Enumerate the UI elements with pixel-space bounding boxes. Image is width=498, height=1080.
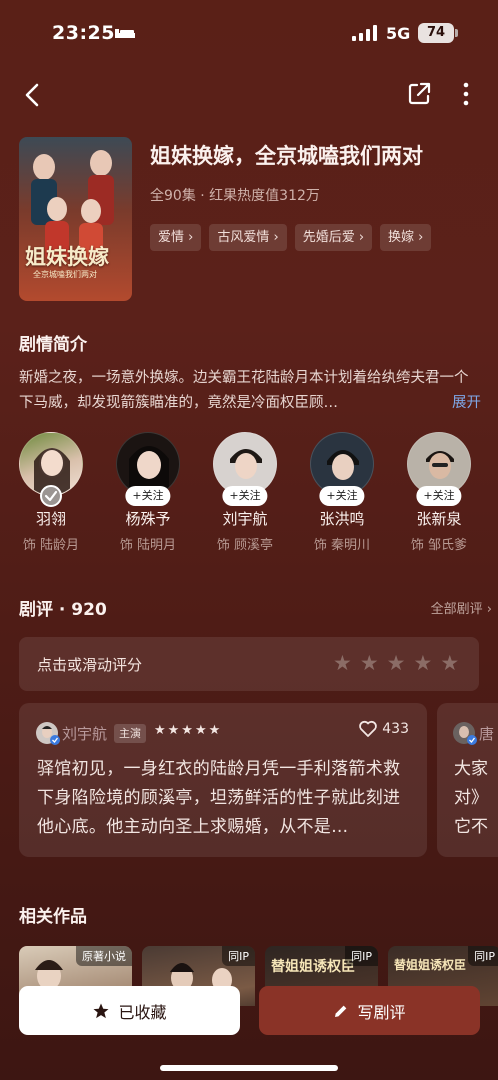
cast-name: 张新泉 <box>416 510 462 528</box>
tag-list: 爱情 › 古风爱情 › 先婚后爱 › 换嫁 › <box>150 224 432 251</box>
drama-meta: 全90集 · 红果热度值312万 <box>150 188 320 204</box>
related-cover-title: 替姐姐诱权臣 <box>271 959 355 975</box>
follow-button[interactable]: +关注 <box>125 486 171 506</box>
status-bar: 23:25 5G 74 <box>0 0 498 66</box>
star-icon[interactable]: ★ <box>360 651 379 675</box>
review-card[interactable]: 唐 大家 对》 它不 <box>437 703 498 857</box>
star-icon <box>93 1003 109 1018</box>
review-text: 驿馆初见，一身红衣的陆龄月凭一手利落箭术救下身陷险境的顾溪亭，坦荡鲜活的性子就此… <box>37 759 401 837</box>
tag-item[interactable]: 先婚后爱 › <box>294 224 373 251</box>
review-author[interactable]: 刘宇航 <box>62 723 107 744</box>
more-options-icon[interactable] <box>458 81 474 107</box>
review-card[interactable]: 刘宇航 主演 ★★★★★ 433 驿馆初见，一身红衣的陆龄月凭一手利落箭术救下身… <box>19 703 427 857</box>
share-icon[interactable] <box>406 81 432 107</box>
poster-subtitle: 全京城嗑我们两对 <box>33 270 97 279</box>
cast-item[interactable]: +关注 张洪鸣 饰 秦明川 <box>294 432 390 553</box>
star-icon[interactable]: ★ <box>387 651 406 675</box>
cast-name: 杨殊予 <box>125 510 171 528</box>
follow-button[interactable]: +关注 <box>319 486 365 506</box>
review-stars: ★★★★★ <box>154 723 223 738</box>
cast-role: 饰 邹氏爹 <box>410 538 468 553</box>
cast-item[interactable]: 羽翎 饰 陆龄月 <box>3 432 99 553</box>
tag-item[interactable]: 爱情 › <box>150 224 202 251</box>
cast-item[interactable]: +关注 杨殊予 饰 陆明月 <box>100 432 196 553</box>
follow-button[interactable]: +关注 <box>416 486 462 506</box>
review-text-line: 大家 <box>454 759 488 779</box>
pencil-icon <box>335 1005 347 1017</box>
star-icon[interactable]: ★ <box>333 651 352 675</box>
cast-name: 羽翎 <box>35 510 66 528</box>
related-badge: 同IP <box>222 946 255 966</box>
expand-link[interactable]: 展开 <box>452 391 481 416</box>
signal-icon <box>352 25 377 41</box>
sleep-mode-icon <box>115 29 135 38</box>
verified-icon <box>467 735 477 745</box>
related-heading: 相关作品 <box>19 907 87 927</box>
review-text-line: 对》 <box>454 788 488 808</box>
review-text: 大家 对》 它不 <box>454 755 498 842</box>
battery-indicator: 74 <box>418 23 458 43</box>
tag-item[interactable]: 换嫁 › <box>380 224 432 251</box>
rating-prompt: 点击或滑动评分 <box>37 656 143 674</box>
star-icon[interactable]: ★ <box>440 651 459 675</box>
tag-item[interactable]: 古风爱情 › <box>209 224 287 251</box>
synopsis-body: 新婚之夜，一场意外换嫁。边关霸王花陆龄月本计划着给纨绔夫君一个下马威，却发现箭簇… <box>19 370 469 411</box>
all-reviews-link[interactable]: 全部剧评 › <box>431 598 492 617</box>
rating-stars[interactable]: ★ ★ ★ ★ ★ <box>333 651 459 675</box>
synopsis-text: 新婚之夜，一场意外换嫁。边关霸王花陆龄月本计划着给纨绔夫君一个下马威，却发现箭簇… <box>19 366 481 416</box>
cast-list: 羽翎 饰 陆龄月 +关注 杨殊予 饰 陆明月 +关注 刘宇航 饰 顾溪亭 +关注… <box>0 432 498 567</box>
follow-button[interactable]: +关注 <box>222 486 268 506</box>
review-author[interactable]: 唐 <box>479 723 494 744</box>
poster-title: 姐妹换嫁 <box>25 244 109 269</box>
status-time: 23:25 <box>52 22 115 44</box>
verified-icon <box>50 735 60 745</box>
cast-name: 刘宇航 <box>222 510 268 528</box>
like-button[interactable]: 433 <box>358 720 409 738</box>
home-indicator[interactable] <box>160 1065 338 1071</box>
back-icon[interactable] <box>20 80 46 110</box>
related-badge: 原著小说 <box>76 946 132 966</box>
reviews-heading: 剧评 · 920 <box>19 600 107 620</box>
like-count: 433 <box>382 721 409 737</box>
cast-item[interactable]: +关注 刘宇航 饰 顾溪亭 <box>197 432 293 553</box>
related-cover-title: 替姐姐诱权臣 <box>394 958 467 972</box>
network-type: 5G <box>386 24 411 43</box>
rating-panel[interactable]: 点击或滑动评分 ★ ★ ★ ★ ★ <box>19 637 479 691</box>
followed-check-icon[interactable] <box>40 485 62 507</box>
favorite-label: 已收藏 <box>118 1002 167 1022</box>
cast-role: 饰 秦明川 <box>313 538 371 553</box>
drama-poster[interactable]: 姐妹换嫁 全京城嗑我们两对 <box>19 137 132 301</box>
review-text-line: 它不 <box>454 817 488 837</box>
related-badge: 同IP <box>468 946 498 966</box>
cast-item[interactable]: +关注 张新泉 饰 邹氏爹 <box>391 432 487 553</box>
star-icon[interactable]: ★ <box>413 651 432 675</box>
cast-role: 饰 顾溪亭 <box>216 538 274 553</box>
cast-role: 饰 陆明月 <box>119 538 177 553</box>
heart-icon <box>359 720 378 737</box>
favorite-button[interactable]: 已收藏 <box>19 986 240 1035</box>
cast-role: 饰 陆龄月 <box>22 538 80 553</box>
related-badge: 同IP <box>345 946 378 966</box>
drama-title: 姐妹换嫁，全京城嗑我们两对 <box>150 144 423 168</box>
lead-actor-badge: 主演 <box>114 724 146 743</box>
synopsis-heading: 剧情简介 <box>19 335 87 355</box>
write-review-button[interactable]: 写剧评 <box>259 986 480 1035</box>
write-review-label: 写剧评 <box>357 1002 406 1022</box>
cast-name: 张洪鸣 <box>319 510 365 528</box>
